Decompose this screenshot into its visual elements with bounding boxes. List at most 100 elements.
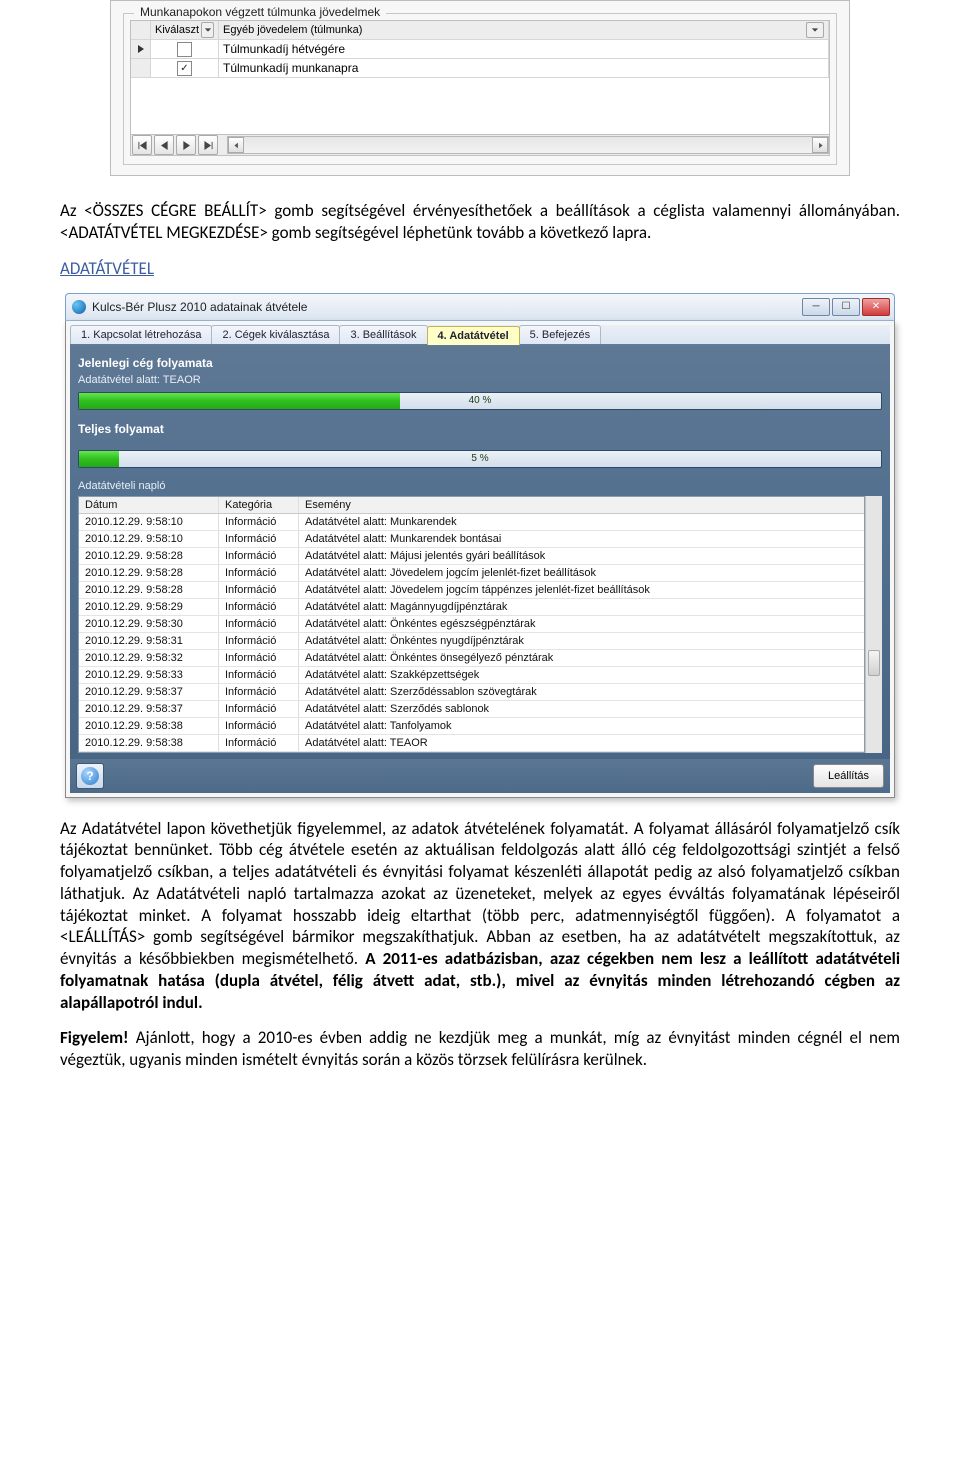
log-col-date[interactable]: Dátum xyxy=(79,497,219,513)
log-cell-category: Információ xyxy=(219,548,299,564)
grid-horizontal-scrollbar[interactable] xyxy=(227,136,829,154)
nav-last-button[interactable] xyxy=(198,135,218,155)
warning-rest: Ajánlott, hogy a 2010-es évben addig ne … xyxy=(60,1027,900,1070)
minimize-button[interactable]: ─ xyxy=(802,298,830,316)
log-vertical-scrollbar[interactable] xyxy=(865,496,882,753)
log-row[interactable]: 2010.12.29. 9:58:32InformációAdatátvétel… xyxy=(79,650,864,667)
log-cell-event: Adatátvétel alatt: TEAOR xyxy=(299,735,864,751)
col-type-label: Egyéb jövedelem (túlmunka) xyxy=(223,24,362,36)
log-title: Adatátvételi napló xyxy=(78,480,882,492)
row-marker xyxy=(131,40,151,58)
wizard-bottom-bar: ? Leállítás xyxy=(70,759,890,793)
log-col-category[interactable]: Kategória xyxy=(219,497,299,513)
close-button[interactable]: ✕ xyxy=(862,298,890,316)
col-select[interactable]: Kiválaszt xyxy=(151,21,219,39)
nav-first-button[interactable] xyxy=(132,135,152,155)
maximize-button[interactable]: ☐ xyxy=(832,298,860,316)
log-cell-category: Információ xyxy=(219,531,299,547)
log-cell-event: Adatátvétel alatt: Tanfolyamok xyxy=(299,718,864,734)
scroll-thumb[interactable] xyxy=(868,650,880,676)
log-cell-event: Adatátvétel alatt: Munkarendek xyxy=(299,514,864,530)
log-header-row: Dátum Kategória Esemény xyxy=(79,497,864,514)
overtime-grid[interactable]: Kiválaszt Egyéb jövedelem (túlmunka) xyxy=(130,20,830,156)
log-cell-date: 2010.12.29. 9:58:32 xyxy=(79,650,219,666)
tab-connection[interactable]: 1. Kapcsolat létrehozása xyxy=(70,325,212,344)
log-row[interactable]: 2010.12.29. 9:58:38InformációAdatátvétel… xyxy=(79,735,864,752)
row-checkbox-cell[interactable] xyxy=(151,59,219,77)
log-row[interactable]: 2010.12.29. 9:58:28InformációAdatátvétel… xyxy=(79,548,864,565)
log-cell-date: 2010.12.29. 9:58:29 xyxy=(79,599,219,615)
log-cell-event: Adatátvétel alatt: Munkarendek bontásai xyxy=(299,531,864,547)
checkbox-icon[interactable] xyxy=(177,42,192,57)
grid-header-row: Kiválaszt Egyéb jövedelem (túlmunka) xyxy=(131,21,829,40)
log-cell-event: Adatátvétel alatt: Magánnyugdíjpénztárak xyxy=(299,599,864,615)
log-row[interactable]: 2010.12.29. 9:58:38InformációAdatátvétel… xyxy=(79,718,864,735)
fieldset-legend: Munkanapokon végzett túlmunka jövedelmek xyxy=(134,5,386,19)
log-row[interactable]: 2010.12.29. 9:58:28InformációAdatátvétel… xyxy=(79,582,864,599)
nav-prev-button[interactable] xyxy=(154,135,174,155)
log-cell-category: Információ xyxy=(219,701,299,717)
col-select-label: Kiválaszt xyxy=(155,24,199,36)
log-row[interactable]: 2010.12.29. 9:58:30InformációAdatátvétel… xyxy=(79,616,864,633)
row-label[interactable]: Túlmunkadíj munkanapra xyxy=(219,59,829,77)
log-cell-event: Adatátvétel alatt: Önkéntes egészségpénz… xyxy=(299,616,864,632)
log-row[interactable]: 2010.12.29. 9:58:29InformációAdatátvétel… xyxy=(79,599,864,616)
log-cell-date: 2010.12.29. 9:58:37 xyxy=(79,701,219,717)
log-row[interactable]: 2010.12.29. 9:58:28InformációAdatátvétel… xyxy=(79,565,864,582)
chevron-down-icon[interactable] xyxy=(806,22,824,38)
log-row[interactable]: 2010.12.29. 9:58:37InformációAdatátvétel… xyxy=(79,701,864,718)
log-cell-date: 2010.12.29. 9:58:10 xyxy=(79,531,219,547)
log-cell-date: 2010.12.29. 9:58:38 xyxy=(79,718,219,734)
grid-row[interactable]: Túlmunkadíj hétvégére xyxy=(131,40,829,59)
app-icon xyxy=(72,300,86,314)
section-heading-link[interactable]: ADATÁTVÉTEL xyxy=(60,258,900,279)
total-progressbar: 5 % xyxy=(78,450,882,468)
current-progressbar: 40 % xyxy=(78,392,882,410)
nav-next-button[interactable] xyxy=(176,135,196,155)
grid-empty-area xyxy=(131,78,829,134)
tab-transfer[interactable]: 4. Adatátvétel xyxy=(427,326,520,345)
checkbox-icon[interactable] xyxy=(177,61,192,76)
scroll-right-icon[interactable] xyxy=(812,137,828,153)
paragraph-warning: Figyelem! Ajánlott, hogy a 2010-es évben… xyxy=(60,1027,900,1071)
total-progress-title: Teljes folyamat xyxy=(78,422,882,436)
log-cell-category: Információ xyxy=(219,650,299,666)
stop-button-label: Leállítás xyxy=(828,770,869,782)
tab-settings[interactable]: 3. Beállítások xyxy=(339,325,427,344)
warning-lead: Figyelem! xyxy=(60,1027,129,1048)
log-row[interactable]: 2010.12.29. 9:58:31InformációAdatátvétel… xyxy=(79,633,864,650)
log-row[interactable]: 2010.12.29. 9:58:10InformációAdatátvétel… xyxy=(79,514,864,531)
col-type[interactable]: Egyéb jövedelem (túlmunka) xyxy=(219,21,829,39)
wizard-client-area: Jelenlegi cég folyamata Adatátvétel alat… xyxy=(70,346,890,759)
tab-finish[interactable]: 5. Befejezés xyxy=(519,325,602,344)
wizard-window: 1. Kapcsolat létrehozása 2. Cégek kivála… xyxy=(65,321,895,798)
log-cell-category: Információ xyxy=(219,684,299,700)
scroll-left-icon[interactable] xyxy=(228,137,244,153)
stop-button[interactable]: Leállítás xyxy=(813,764,884,788)
tab-companies[interactable]: 2. Cégek kiválasztása xyxy=(211,325,340,344)
log-row[interactable]: 2010.12.29. 9:58:10InformációAdatátvétel… xyxy=(79,531,864,548)
log-cell-date: 2010.12.29. 9:58:37 xyxy=(79,684,219,700)
row-checkbox-cell[interactable] xyxy=(151,40,219,58)
help-button[interactable]: ? xyxy=(76,763,104,789)
log-cell-date: 2010.12.29. 9:58:31 xyxy=(79,633,219,649)
log-cell-category: Információ xyxy=(219,514,299,530)
log-cell-date: 2010.12.29. 9:58:28 xyxy=(79,548,219,564)
log-cell-date: 2010.12.29. 9:58:38 xyxy=(79,735,219,751)
row-marker-header xyxy=(131,21,151,39)
chevron-down-icon[interactable] xyxy=(201,22,214,38)
row-label[interactable]: Túlmunkadíj hétvégére xyxy=(219,40,829,58)
grid-navigator xyxy=(131,134,829,155)
grid-row[interactable]: Túlmunkadíj munkanapra xyxy=(131,59,829,78)
log-cell-event: Adatátvétel alatt: Önkéntes nyugdíjpénzt… xyxy=(299,633,864,649)
log-row[interactable]: 2010.12.29. 9:58:33InformációAdatátvétel… xyxy=(79,667,864,684)
log-cell-category: Információ xyxy=(219,599,299,615)
log-cell-category: Információ xyxy=(219,667,299,683)
log-col-event[interactable]: Esemény xyxy=(299,497,864,513)
window-titlebar[interactable]: Kulcs-Bér Plusz 2010 adatainak átvétele … xyxy=(65,293,895,321)
log-cell-date: 2010.12.29. 9:58:28 xyxy=(79,565,219,581)
progress-label: 5 % xyxy=(79,451,881,467)
log-cell-event: Adatátvétel alatt: Szerződés sablonok xyxy=(299,701,864,717)
log-cell-date: 2010.12.29. 9:58:10 xyxy=(79,514,219,530)
log-row[interactable]: 2010.12.29. 9:58:37InformációAdatátvétel… xyxy=(79,684,864,701)
